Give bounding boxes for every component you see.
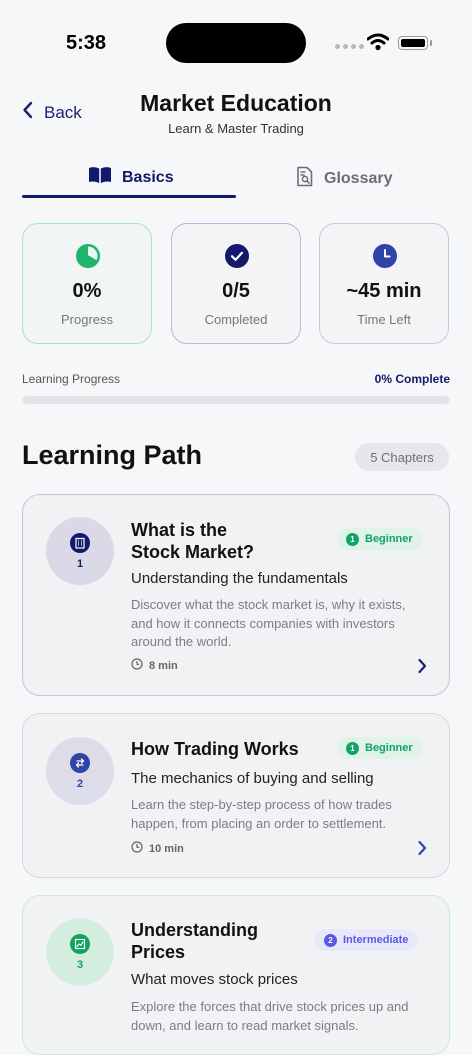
- document-search-icon: [296, 166, 314, 192]
- checkmark-circle-icon: [225, 244, 249, 268]
- chapter-duration: 8 min: [131, 658, 178, 673]
- status-time: 5:38: [66, 32, 107, 54]
- level-label: Beginner: [365, 533, 413, 545]
- swap-arrows-icon: [70, 753, 90, 773]
- chevron-right-icon[interactable]: [417, 840, 427, 861]
- battery-tip: [430, 40, 432, 46]
- stat-card-time-left: ~45 min Time Left: [319, 223, 449, 344]
- chapter-number-badge: 1: [46, 517, 114, 585]
- chapter-number: 2: [76, 778, 84, 790]
- chapter-title: How Trading Works: [131, 738, 299, 760]
- tab-basics[interactable]: Basics: [88, 166, 174, 189]
- level-badge: 2 Intermediate: [315, 929, 419, 951]
- active-tab-indicator: [22, 195, 236, 198]
- tab-basics-label: Basics: [122, 168, 174, 186]
- tab-glossary-label: Glossary: [324, 170, 393, 187]
- cellular-signal-icon: [335, 44, 364, 49]
- chapter-title: Understanding Prices: [131, 919, 258, 963]
- progress-bar: [22, 396, 450, 404]
- building-icon: [70, 533, 90, 553]
- chapter-title-line1: How Trading Works: [131, 739, 299, 759]
- tab-glossary[interactable]: Glossary: [296, 166, 392, 192]
- book-icon: [88, 166, 112, 189]
- chapter-number: 1: [76, 558, 84, 570]
- level-dot-icon: 1: [346, 741, 359, 755]
- chapter-title-line1: Understanding: [131, 920, 259, 940]
- level-badge: 1 Beginner: [337, 737, 423, 759]
- level-label: Intermediate: [343, 934, 409, 946]
- chapter-number-badge: 3: [46, 918, 114, 986]
- chapter-card-1[interactable]: 1 What is the Stock Market? 1 Beginner U…: [22, 494, 450, 696]
- learning-progress-value: 0% Complete: [374, 372, 450, 386]
- chapter-number: 3: [76, 959, 84, 971]
- dynamic-island: [166, 23, 306, 63]
- stat-label-progress: Progress: [60, 312, 114, 327]
- stat-label-time-left: Time Left: [357, 312, 411, 327]
- chapter-title-line2: Prices: [131, 942, 186, 962]
- chapter-title: What is the Stock Market?: [131, 519, 254, 563]
- level-badge: 1 Beginner: [337, 528, 423, 550]
- chapter-duration: 10 min: [131, 841, 184, 856]
- chapter-description: Explore the forces that drive stock pric…: [131, 999, 409, 1033]
- chapter-number-badge: 2: [46, 737, 114, 805]
- stat-value-completed: 0/5: [222, 280, 250, 302]
- chapter-title-line1: What is the: [131, 520, 228, 540]
- battery-icon: [398, 36, 428, 50]
- stat-card-progress: 0% Progress: [22, 223, 152, 344]
- chapters-count-badge: 5 Chapters: [355, 443, 449, 471]
- chevron-right-icon[interactable]: [417, 658, 427, 679]
- chapter-subtitle: What moves stock prices: [131, 971, 298, 988]
- level-label: Beginner: [365, 742, 413, 754]
- stat-value-time-left: ~45 min: [346, 280, 422, 302]
- clock-icon: [131, 841, 143, 856]
- pie-chart-icon: [76, 244, 100, 268]
- duration-label: 10 min: [149, 842, 184, 855]
- chapter-title-line2: Stock Market?: [131, 542, 255, 562]
- chapter-subtitle: Understanding the fundamentals: [131, 570, 348, 587]
- chart-icon: [70, 934, 90, 954]
- stat-card-completed: 0/5 Completed: [171, 223, 301, 344]
- page-subtitle: Learn & Master Trading: [168, 121, 304, 136]
- learning-progress-label: Learning Progress: [22, 372, 121, 386]
- stat-value-progress: 0%: [72, 280, 102, 302]
- wifi-icon: [366, 33, 390, 56]
- clock-icon: [373, 244, 397, 268]
- chapter-description: Discover what the stock market is, why i…: [131, 597, 406, 649]
- chapter-description: Learn the step-by-step process of how tr…: [131, 797, 392, 831]
- page-title: Market Education: [140, 90, 332, 116]
- chapter-card-2[interactable]: 2 How Trading Works 1 Beginner The mecha…: [22, 713, 450, 878]
- duration-label: 8 min: [149, 659, 178, 672]
- stat-label-completed: Completed: [204, 312, 268, 327]
- level-dot-icon: 2: [324, 933, 337, 947]
- clock-icon: [131, 658, 143, 673]
- chapter-subtitle: The mechanics of buying and selling: [131, 770, 374, 787]
- chapter-card-3[interactable]: 3 Understanding Prices 2 Intermediate Wh…: [22, 895, 450, 1055]
- level-dot-icon: 1: [346, 532, 359, 546]
- learning-path-title: Learning Path: [22, 440, 203, 470]
